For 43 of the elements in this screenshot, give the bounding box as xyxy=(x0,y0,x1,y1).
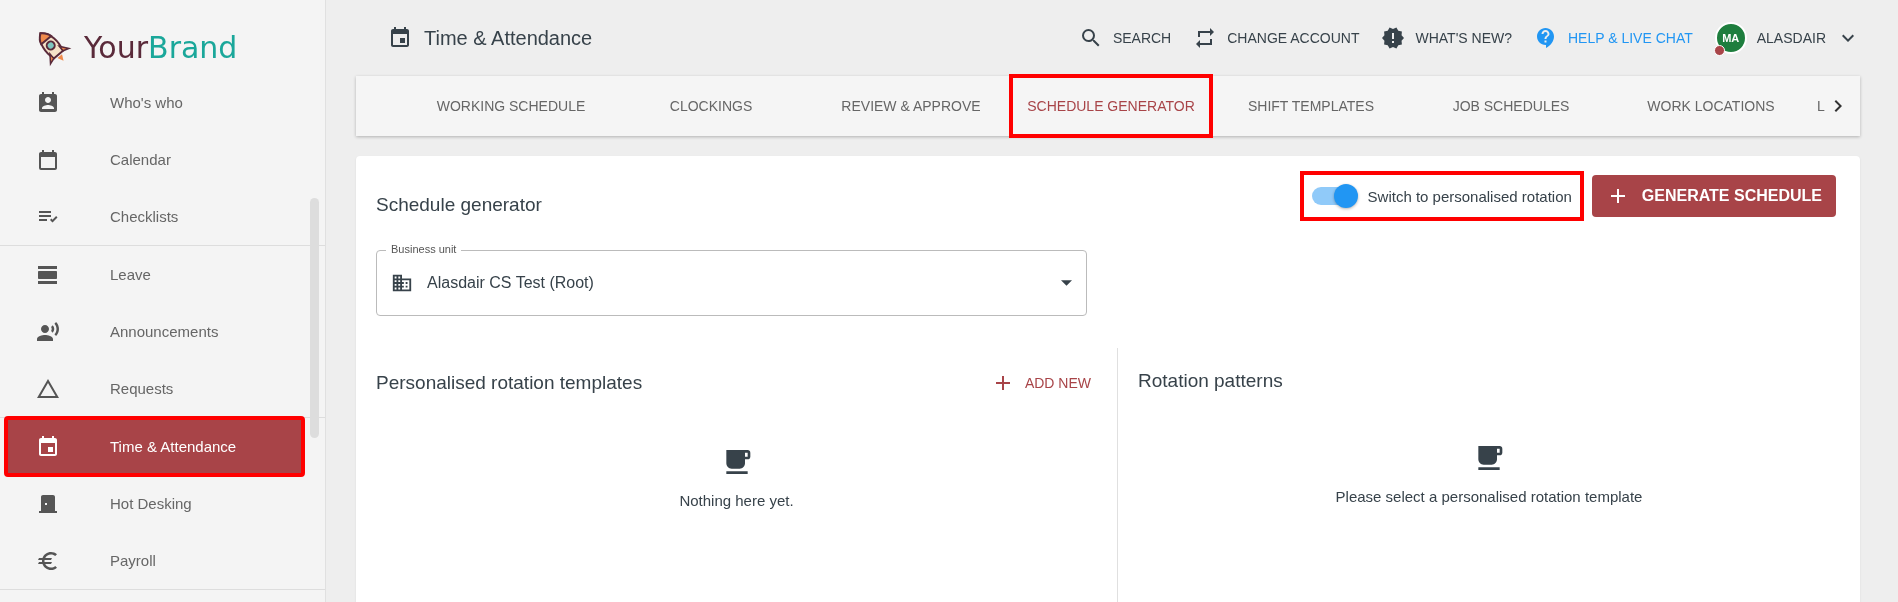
toggle-row[interactable]: Switch to personalised rotation xyxy=(1301,173,1582,219)
add-new-button[interactable]: ADD NEW xyxy=(984,370,1097,396)
tab[interactable]: L xyxy=(1811,76,1831,136)
empty-message: Please select a personalised rotation template xyxy=(1335,488,1643,505)
empty-message: Nothing here yet. xyxy=(679,492,794,509)
sidebar-item[interactable]: Payroll xyxy=(6,532,303,589)
tab[interactable]: SHIFT TEMPLATES xyxy=(1211,76,1411,136)
user-avatar[interactable]: MA xyxy=(1714,22,1747,54)
header-action-button[interactable]: CHANGE ACCOUNT xyxy=(1193,26,1360,50)
business-unit-dropdown[interactable]: Business unit Alasdair CS Test (Root) xyxy=(376,242,1087,316)
tab[interactable]: JOB SCHEDULES xyxy=(1411,76,1611,136)
brand-name: YourBrand xyxy=(84,29,238,65)
tab[interactable]: SCHEDULE GENERATOR xyxy=(1011,76,1211,136)
sidebar-item[interactable]: Requests xyxy=(6,360,303,417)
header-action-button[interactable]: SEARCH xyxy=(1078,26,1172,50)
dropdown-arrow-icon xyxy=(1061,280,1072,286)
alert-badge-icon xyxy=(1381,26,1406,50)
tab[interactable]: REVIEW & APPROVE xyxy=(811,76,1011,136)
sidebar-item[interactable]: Leave xyxy=(6,246,303,303)
calendar-icon xyxy=(388,26,412,50)
calendar-icon xyxy=(36,147,60,172)
user-name[interactable]: ALASDAIR xyxy=(1756,30,1826,46)
sidebar-item[interactable]: Calendar xyxy=(6,131,303,188)
sidebar-item[interactable]: Time & Attendance xyxy=(6,418,303,475)
tab[interactable]: WORKING SCHEDULE xyxy=(411,76,611,136)
sidebar-item[interactable]: Hot Desking xyxy=(6,475,303,532)
field-label: Business unit xyxy=(386,243,462,256)
sidebar-item[interactable]: Announcements xyxy=(6,303,303,360)
sidebar-item[interactable]: Who's who xyxy=(6,74,303,131)
page-title: Time & Attendance xyxy=(424,26,593,50)
generate-button[interactable]: GENERATE SCHEDULE xyxy=(1591,175,1836,217)
sidebar-item[interactable]: Checklists xyxy=(6,188,303,245)
calendar-icon xyxy=(36,434,60,459)
card-title: Schedule generator xyxy=(376,194,542,216)
contact-card-icon xyxy=(36,90,60,115)
panel-title: Rotation patterns xyxy=(1138,370,1283,392)
toggle-switch[interactable] xyxy=(1311,187,1356,205)
tab[interactable]: WORK LOCATIONS xyxy=(1611,76,1811,136)
building-icon xyxy=(391,272,413,294)
toggle-label: Switch to personalised rotation xyxy=(1367,187,1572,205)
tab[interactable]: CLOCKINGS xyxy=(611,76,811,136)
panel-title: Personalised rotation templates xyxy=(376,372,643,394)
header-action-button[interactable]: WHAT'S NEW? xyxy=(1381,26,1512,50)
